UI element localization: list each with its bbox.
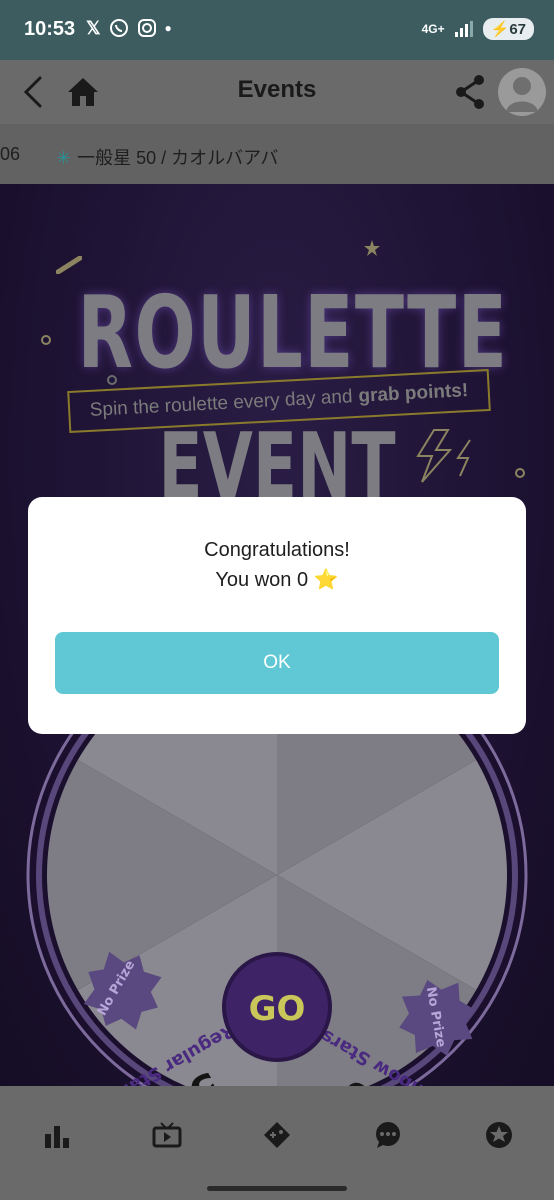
ticker-star-icon: ✳ bbox=[56, 148, 72, 168]
banner-bold: grab points! bbox=[357, 380, 469, 407]
dialog-title: Congratulations! bbox=[204, 539, 350, 561]
circle-deco-icon bbox=[515, 468, 525, 478]
ticker-item: ✳ 一般星 50 / カオルバアバ bbox=[56, 144, 278, 170]
ticker-prefix: 06 bbox=[0, 144, 21, 164]
network-type: 4G+ bbox=[421, 22, 445, 36]
circle-deco-icon bbox=[41, 335, 51, 345]
instagram-icon bbox=[137, 19, 156, 37]
status-bar: 10:53 𝕏 ● 4G+ ⚡67 bbox=[0, 0, 554, 60]
live-tv-icon[interactable] bbox=[152, 1120, 182, 1150]
dash-deco-icon bbox=[56, 256, 82, 274]
ranking-icon[interactable] bbox=[42, 1120, 72, 1150]
ok-button[interactable]: OK bbox=[55, 632, 499, 694]
star-icon[interactable] bbox=[484, 1120, 514, 1150]
share-icon[interactable] bbox=[452, 72, 488, 112]
battery-indicator: ⚡67 bbox=[482, 18, 534, 40]
go-button[interactable]: GO bbox=[249, 989, 306, 1029]
dot-icon: ● bbox=[164, 21, 172, 35]
battery-level: 67 bbox=[509, 21, 526, 38]
bottom-nav bbox=[0, 1086, 554, 1200]
app-header: Events bbox=[0, 60, 554, 124]
game-icon[interactable] bbox=[262, 1120, 292, 1150]
user-icon bbox=[506, 77, 538, 112]
chat-icon[interactable] bbox=[373, 1120, 403, 1150]
status-right: 4G+ ⚡67 bbox=[422, 18, 534, 40]
star-deco-icon bbox=[364, 240, 380, 256]
event-ticker: 06 ✳ 一般星 50 / カオルバアバ bbox=[0, 124, 554, 184]
x-icon: 𝕏 bbox=[86, 18, 101, 38]
dialog-message: You won 0 ⭐ bbox=[215, 569, 339, 591]
ticker-text: 一般星 50 / カオルバアバ bbox=[77, 148, 279, 168]
signal-icon bbox=[454, 21, 473, 37]
result-dialog: Congratulations! You won 0 ⭐ OK bbox=[28, 497, 526, 734]
home-indicator bbox=[207, 1186, 347, 1191]
status-time: 10:53 bbox=[24, 18, 76, 40]
notification-icons: 𝕏 ● bbox=[86, 18, 172, 39]
whatsapp-icon bbox=[109, 19, 128, 37]
avatar[interactable] bbox=[498, 68, 546, 116]
